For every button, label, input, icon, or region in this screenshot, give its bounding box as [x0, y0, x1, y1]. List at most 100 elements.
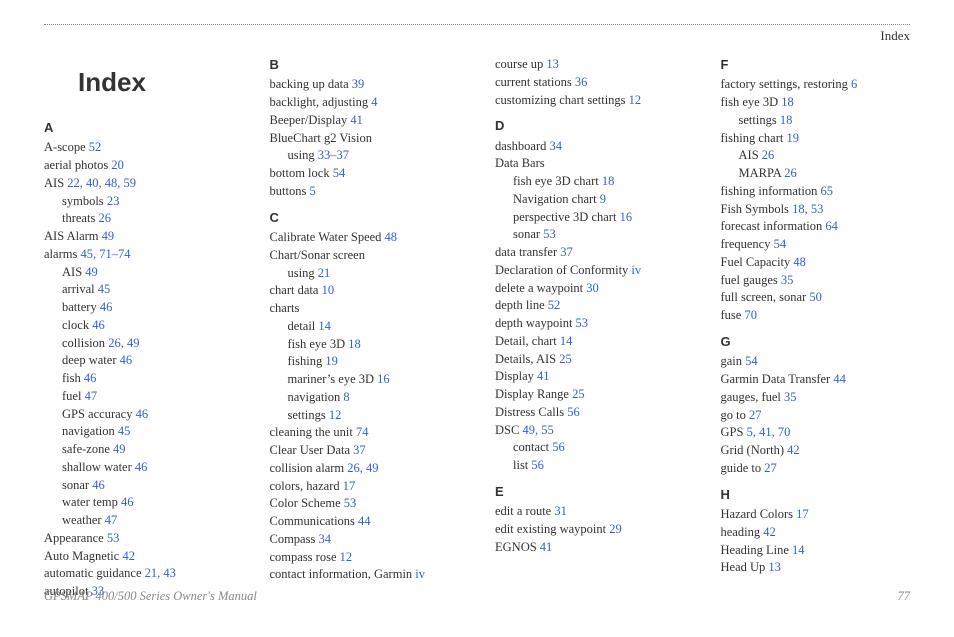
index-page-link[interactable]: 46: [120, 353, 133, 367]
index-page-link[interactable]: 42: [787, 443, 800, 457]
index-page-link[interactable]: 12: [340, 550, 353, 564]
index-page-link[interactable]: 54: [745, 354, 758, 368]
index-page-link[interactable]: 27: [764, 461, 777, 475]
index-page-link[interactable]: 49: [102, 229, 115, 243]
index-page-link[interactable]: 39: [352, 77, 365, 91]
index-page-link[interactable]: 35: [781, 273, 794, 287]
index-page-link[interactable]: 48: [385, 230, 398, 244]
index-page-link[interactable]: 47: [85, 389, 98, 403]
index-page-link[interactable]: 26, 49: [347, 461, 378, 475]
index-page-link[interactable]: 18: [781, 95, 794, 109]
index-entry-label: backlight, adjusting: [270, 95, 372, 109]
index-page-link[interactable]: 13: [768, 560, 781, 574]
index-page-link[interactable]: 37: [353, 443, 366, 457]
index-page-link[interactable]: 46: [135, 460, 148, 474]
index-page-link[interactable]: 5, 41, 70: [747, 425, 791, 439]
index-page-link[interactable]: 30: [586, 281, 599, 295]
index-entry-label: fish: [62, 371, 84, 385]
index-page-link[interactable]: 6: [851, 77, 857, 91]
index-page-link[interactable]: 53: [344, 496, 357, 510]
index-page-link[interactable]: 14: [560, 334, 573, 348]
index-page-link[interactable]: 18: [348, 337, 361, 351]
index-page-link[interactable]: 12: [629, 93, 642, 107]
index-page-link[interactable]: 26: [762, 148, 775, 162]
index-page-link[interactable]: 26: [784, 166, 797, 180]
index-page-link[interactable]: 52: [89, 140, 102, 154]
index-page-link[interactable]: 33–37: [318, 148, 349, 162]
index-page-link[interactable]: 46: [100, 300, 113, 314]
index-page-link[interactable]: 4: [371, 95, 377, 109]
index-page-link[interactable]: 47: [105, 513, 118, 527]
index-page-link[interactable]: 37: [560, 245, 573, 259]
index-page-link[interactable]: 14: [318, 319, 331, 333]
index-page-link[interactable]: 56: [567, 405, 580, 419]
index-page-link[interactable]: 17: [796, 507, 809, 521]
index-page-link[interactable]: 56: [531, 458, 544, 472]
index-page-link[interactable]: 70: [744, 308, 757, 322]
index-page-link[interactable]: 42: [122, 549, 135, 563]
index-page-link[interactable]: 45: [118, 424, 131, 438]
index-page-link[interactable]: 29: [609, 522, 622, 536]
index-page-link[interactable]: 25: [559, 352, 572, 366]
index-page-link[interactable]: 18: [780, 113, 793, 127]
index-page-link[interactable]: 35: [784, 390, 797, 404]
index-page-link[interactable]: 49: [85, 265, 98, 279]
index-page-link[interactable]: 23: [107, 194, 120, 208]
index-page-link[interactable]: 20: [111, 158, 124, 172]
index-page-link[interactable]: 56: [552, 440, 565, 454]
index-page-link[interactable]: 17: [343, 479, 356, 493]
index-page-link[interactable]: 53: [107, 531, 120, 545]
index-page-link[interactable]: 46: [121, 495, 134, 509]
index-page-link[interactable]: 19: [786, 131, 799, 145]
index-page-link[interactable]: 5: [309, 184, 315, 198]
index-page-link[interactable]: 41: [350, 113, 363, 127]
index-page-link[interactable]: 46: [92, 478, 105, 492]
index-page-link[interactable]: 54: [333, 166, 346, 180]
index-page-link[interactable]: 46: [92, 318, 105, 332]
index-page-link[interactable]: 41: [537, 369, 550, 383]
index-page-link[interactable]: 44: [358, 514, 371, 528]
index-page-link[interactable]: 18, 53: [792, 202, 823, 216]
index-page-link[interactable]: 53: [576, 316, 589, 330]
index-page-link[interactable]: 31: [554, 504, 567, 518]
index-page-link[interactable]: 34: [318, 532, 331, 546]
index-page-link[interactable]: 18: [602, 174, 615, 188]
index-page-link[interactable]: 25: [572, 387, 585, 401]
index-page-link[interactable]: 36: [575, 75, 588, 89]
index-page-link[interactable]: 34: [550, 139, 563, 153]
index-page-link[interactable]: 16: [377, 372, 390, 386]
index-page-link[interactable]: 44: [833, 372, 846, 386]
index-page-link[interactable]: 53: [543, 227, 556, 241]
index-page-link[interactable]: 52: [548, 298, 561, 312]
index-page-link[interactable]: 41: [540, 540, 553, 554]
index-page-link[interactable]: 45, 71–74: [80, 247, 130, 261]
index-page-link[interactable]: 26: [98, 211, 111, 225]
index-page-link[interactable]: 9: [600, 192, 606, 206]
index-page-link[interactable]: 48: [793, 255, 806, 269]
index-page-link[interactable]: 27: [749, 408, 762, 422]
index-page-link[interactable]: 64: [825, 219, 838, 233]
index-page-link[interactable]: 49: [113, 442, 126, 456]
index-page-link[interactable]: 26, 49: [108, 336, 139, 350]
index-page-link[interactable]: 54: [774, 237, 787, 251]
index-page-link[interactable]: 45: [98, 282, 111, 296]
index-page-link[interactable]: 46: [84, 371, 97, 385]
index-page-link[interactable]: 10: [322, 283, 335, 297]
index-page-link[interactable]: 12: [329, 408, 342, 422]
index-page-link[interactable]: 74: [356, 425, 369, 439]
index-page-link[interactable]: iv: [631, 263, 641, 277]
index-page-link[interactable]: 8: [343, 390, 349, 404]
index-page-link[interactable]: 42: [763, 525, 776, 539]
index-page-link[interactable]: 19: [325, 354, 338, 368]
index-page-link[interactable]: 16: [620, 210, 633, 224]
index-page-link[interactable]: 14: [792, 543, 805, 557]
index-page-link[interactable]: 50: [809, 290, 822, 304]
index-page-link[interactable]: 21, 43: [145, 566, 176, 580]
index-page-link[interactable]: 22, 40, 48, 59: [67, 176, 136, 190]
index-page-link[interactable]: iv: [415, 567, 425, 581]
index-page-link[interactable]: 46: [136, 407, 149, 421]
index-page-link[interactable]: 49, 55: [522, 423, 553, 437]
index-page-link[interactable]: 65: [821, 184, 834, 198]
index-page-link[interactable]: 13: [546, 57, 559, 71]
index-page-link[interactable]: 21: [318, 266, 331, 280]
